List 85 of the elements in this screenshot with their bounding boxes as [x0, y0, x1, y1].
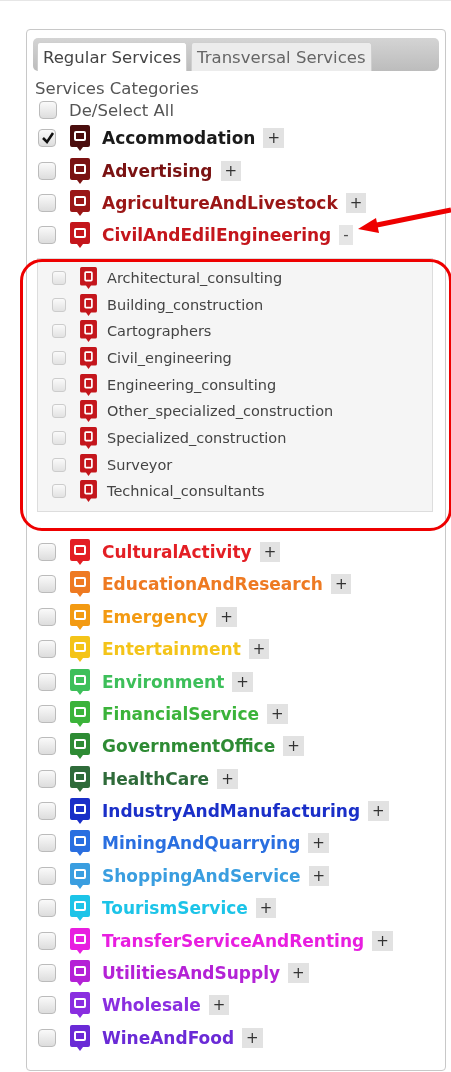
- map-marker-icon: [80, 320, 97, 343]
- checkbox[interactable]: [52, 377, 66, 392]
- map-marker-icon: [80, 266, 97, 289]
- section-heading: Services Categories: [35, 79, 200, 98]
- category-label[interactable]: MiningAndQuarrying: [102, 833, 301, 854]
- checkbox[interactable]: [38, 193, 56, 212]
- subcategory-label[interactable]: Surveyor: [107, 456, 173, 473]
- category-label[interactable]: CivilAndEdilEngineering: [102, 225, 332, 246]
- expand-toggle[interactable]: +: [242, 1027, 263, 1048]
- expand-toggle[interactable]: +: [259, 541, 281, 562]
- expand-toggle[interactable]: +: [217, 768, 238, 789]
- checkbox[interactable]: [38, 640, 56, 659]
- checkbox[interactable]: [38, 996, 56, 1015]
- map-marker-icon: [80, 453, 97, 476]
- category-label[interactable]: WineAndFood: [102, 1027, 235, 1048]
- expand-toggle[interactable]: -: [339, 225, 353, 246]
- expand-toggle[interactable]: +: [255, 898, 277, 919]
- checkbox[interactable]: [38, 899, 56, 918]
- category-label[interactable]: Accommodation: [102, 128, 256, 149]
- checkbox[interactable]: [52, 324, 66, 339]
- checkbox[interactable]: [38, 834, 56, 853]
- checkbox[interactable]: [39, 101, 57, 119]
- subcategory-label[interactable]: Other_specialized_construction: [107, 403, 334, 420]
- subcategory-label[interactable]: Engineering_consulting: [107, 376, 277, 393]
- checkbox[interactable]: [52, 484, 66, 499]
- checkbox[interactable]: [38, 802, 56, 821]
- checkbox[interactable]: [38, 607, 56, 626]
- checkbox[interactable]: [52, 297, 66, 312]
- checkbox[interactable]: [38, 704, 56, 723]
- tab[interactable]: Regular Services: [37, 42, 188, 71]
- expand-toggle[interactable]: +: [216, 606, 237, 627]
- expand-toggle[interactable]: +: [308, 833, 329, 854]
- category-label[interactable]: HealthCare: [102, 768, 210, 789]
- checkbox[interactable]: [38, 931, 56, 950]
- expand-toggle[interactable]: +: [372, 930, 393, 951]
- subcategory-label[interactable]: Civil_engineering: [107, 349, 232, 366]
- category-label[interactable]: AgricultureAndLivestock: [102, 192, 338, 213]
- select-all-label[interactable]: De/Select All: [69, 100, 175, 120]
- category-label[interactable]: Wholesale: [102, 995, 201, 1016]
- checkbox[interactable]: [38, 226, 56, 245]
- map-marker-icon: [80, 427, 97, 450]
- map-marker-icon: [80, 480, 97, 503]
- expand-toggle[interactable]: +: [288, 963, 309, 983]
- map-marker-icon: [80, 373, 97, 396]
- category-label[interactable]: GovernmentOffice: [102, 736, 276, 757]
- category-label[interactable]: Advertising: [102, 160, 213, 181]
- checkbox[interactable]: [38, 542, 56, 561]
- checkbox[interactable]: [38, 866, 56, 885]
- checkbox[interactable]: [38, 1028, 56, 1047]
- category-label[interactable]: CulturalActivity: [102, 541, 252, 562]
- expand-toggle[interactable]: +: [267, 703, 288, 724]
- subcategory-label[interactable]: Cartographers: [107, 323, 212, 340]
- checkbox[interactable]: [52, 350, 66, 365]
- map-marker-icon: [80, 293, 97, 316]
- expand-toggle[interactable]: +: [220, 160, 242, 181]
- expand-toggle[interactable]: +: [232, 671, 253, 692]
- subcategory-label[interactable]: Building_construction: [107, 296, 264, 313]
- checkbox[interactable]: [52, 431, 66, 446]
- subcategory-label[interactable]: Technical_consultants: [107, 483, 265, 500]
- expand-toggle[interactable]: +: [368, 801, 389, 822]
- expand-toggle[interactable]: +: [263, 128, 285, 149]
- expand-toggle[interactable]: +: [248, 639, 270, 660]
- checkbox[interactable]: [38, 964, 56, 982]
- checkbox[interactable]: [38, 672, 56, 691]
- subcategory-label[interactable]: Specialized_construction: [107, 430, 287, 447]
- checkbox[interactable]: [52, 457, 66, 472]
- category-label[interactable]: UtilitiesAndSupply: [102, 963, 281, 983]
- map-marker-icon: [80, 346, 97, 369]
- checkbox[interactable]: [38, 769, 56, 788]
- expand-toggle[interactable]: +: [345, 192, 367, 213]
- checkbox[interactable]: [38, 575, 56, 594]
- map-marker-icon: [80, 400, 97, 423]
- expand-toggle[interactable]: +: [283, 736, 304, 757]
- expand-toggle[interactable]: +: [330, 574, 352, 595]
- tab[interactable]: Transversal Services: [191, 42, 372, 71]
- subcategory-label[interactable]: Architectural_consulting: [107, 269, 283, 286]
- checkbox[interactable]: [52, 270, 66, 285]
- checkbox[interactable]: [52, 404, 66, 419]
- expand-toggle[interactable]: +: [308, 865, 330, 886]
- checkbox[interactable]: [38, 161, 56, 180]
- checkbox[interactable]: [38, 737, 56, 756]
- category-label[interactable]: IndustryAndManufacturing: [102, 801, 361, 822]
- checkbox[interactable]: [38, 129, 56, 148]
- expand-toggle[interactable]: +: [208, 995, 230, 1016]
- category-label[interactable]: TransferServiceAndRenting: [102, 930, 365, 951]
